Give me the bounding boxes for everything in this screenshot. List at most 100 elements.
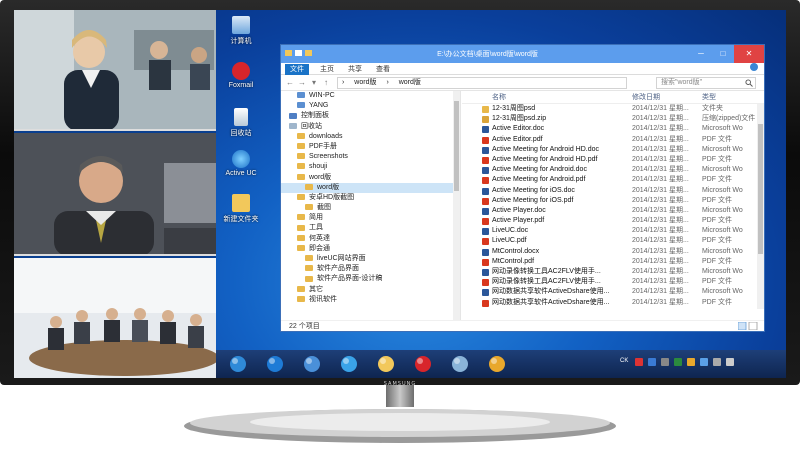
breadcrumb-segment[interactable]: word版 [399, 79, 421, 86]
nav-item[interactable]: WIN-PC [281, 91, 460, 101]
folder-icon[interactable] [372, 354, 400, 374]
file-list-scrollbar[interactable] [757, 104, 764, 309]
nav-item[interactable]: 安卓HD版截图 [281, 193, 460, 203]
minimize-button[interactable]: ─ [690, 45, 712, 63]
nav-item[interactable]: 软件产品界面-设计稿 [281, 274, 460, 284]
file-date: 2014/12/31 星期... [632, 115, 689, 123]
file-list-scroll-thumb[interactable] [758, 124, 763, 254]
nav-item[interactable]: 工具 [281, 223, 460, 233]
column-header-date[interactable]: 修改日期 [632, 91, 660, 104]
file-row[interactable]: Active Editor.pdf 2014/12/31 星期... PDF 文件 [462, 135, 764, 145]
file-row[interactable]: 网动录像转换工具AC2FLV使用手... 2014/12/31 星期... PDF … [462, 277, 764, 287]
nav-item[interactable]: downloads [281, 132, 460, 142]
file-row[interactable]: Active Editor.doc 2014/12/31 星期... Microso… [462, 124, 764, 134]
video-panel-2 [14, 133, 216, 256]
nav-item[interactable]: 控制面板 [281, 111, 460, 121]
active-uc-icon[interactable] [335, 354, 363, 374]
file-row[interactable]: 网动录像转换工具AC2FLV使用手... 2014/12/31 星期... Micr… [462, 267, 764, 277]
desktop-icon-active-uc[interactable]: Active UC [218, 150, 264, 177]
file-row[interactable]: Active Player.doc 2014/12/31 星期... Microso… [462, 206, 764, 216]
breadcrumb-segment[interactable]: word版 [354, 79, 376, 86]
ie-icon[interactable] [261, 354, 289, 374]
file-row[interactable]: 网动数据共享软件ActiveDshare使用... 2014/12/31 星期..… [462, 287, 764, 297]
file-row[interactable]: Active Meeting for Android HD.doc 2014/12… [462, 145, 764, 155]
file-date: 2014/12/31 星期... [632, 247, 689, 255]
tray-app-icon[interactable] [700, 358, 708, 366]
tray-app-icon[interactable] [661, 358, 669, 366]
desktop-icon-recycle-bin[interactable]: 回收站 [218, 108, 264, 138]
nav-item[interactable]: 何英達 [281, 234, 460, 244]
nav-item[interactable]: 软件产品界面 [281, 264, 460, 274]
file-name: Active Meeting for Android HD.doc [492, 145, 599, 153]
forward-icon[interactable]: → [297, 78, 307, 88]
nav-item[interactable]: 即会通 [281, 244, 460, 254]
file-row[interactable]: 12-31周图psd 2014/12/31 星期... 文件夹 [462, 104, 764, 114]
file-row[interactable]: 网动数据共享软件ActiveDshare使用... 2014/12/31 星期..… [462, 298, 764, 308]
desktop-icon-computer[interactable]: 计算机 [218, 16, 264, 46]
nav-item[interactable]: 简用 [281, 213, 460, 223]
remote-icon[interactable] [298, 354, 326, 374]
address-chevron-icon: › [342, 79, 345, 86]
nav-item[interactable]: liveUC网站界面 [281, 254, 460, 264]
nav-item[interactable]: 视讯软件 [281, 295, 460, 305]
nav-item[interactable]: 其它 [281, 285, 460, 295]
recycle-icon[interactable] [446, 354, 474, 374]
file-row[interactable]: Active Player.pdf 2014/12/31 星期... PDF 文件 [462, 216, 764, 226]
doc-file-icon [482, 289, 489, 297]
ime-indicator[interactable]: CK [620, 358, 628, 364]
view-toggle-icons[interactable] [738, 322, 758, 330]
search-input[interactable]: 搜索"word版" [656, 77, 756, 89]
recent-dropdown-icon[interactable]: ▾ [309, 78, 319, 88]
back-icon[interactable]: ← [285, 78, 295, 88]
help-icon[interactable] [750, 63, 758, 71]
nav-item[interactable]: shouji [281, 162, 460, 172]
tab-file[interactable]: 文件 [285, 64, 309, 75]
foxmail-icon[interactable] [409, 354, 437, 374]
file-date: 2014/12/31 星期... [632, 155, 689, 163]
nav-item[interactable]: word版 [281, 182, 460, 193]
nav-item[interactable]: 回收站 [281, 122, 460, 132]
file-name: LiveUC.pdf [492, 237, 527, 245]
tray-app-icon[interactable] [687, 358, 695, 366]
maximize-button[interactable]: □ [712, 45, 734, 63]
address-bar[interactable]: › word版 › word版 [337, 77, 627, 89]
column-header-type[interactable]: 类型 [702, 91, 716, 104]
nav-item[interactable]: Screenshots [281, 152, 460, 162]
tab-view[interactable]: 查看 [371, 64, 395, 75]
nav-scroll-thumb[interactable] [454, 101, 459, 191]
network-icon[interactable] [713, 358, 721, 366]
up-icon[interactable]: ↑ [321, 78, 331, 88]
pdf-file-icon [482, 136, 489, 144]
folder-icon [305, 204, 313, 211]
chrome-icon[interactable] [483, 354, 511, 374]
volume-icon[interactable] [726, 358, 734, 366]
close-button[interactable]: ✕ [734, 45, 764, 63]
desktop-icon-new-folder[interactable]: 新建文件夹 [218, 194, 264, 224]
file-row[interactable]: LiveUC.pdf 2014/12/31 星期... PDF 文件 [462, 236, 764, 246]
file-row[interactable]: MtControl.pdf 2014/12/31 星期... PDF 文件 [462, 257, 764, 267]
file-row[interactable]: MtControl.docx 2014/12/31 星期... Microsoft … [462, 247, 764, 257]
column-header-name[interactable]: 名称 [492, 91, 506, 104]
file-row[interactable]: LiveUC.doc 2014/12/31 星期... Microsoft Wo [462, 226, 764, 236]
nav-item[interactable]: YANG [281, 101, 460, 111]
tab-share[interactable]: 共享 [343, 64, 367, 75]
file-row[interactable]: 12-31周图psd.zip 2014/12/31 星期... 压缩(zipped)… [462, 114, 764, 124]
file-row[interactable]: Active Meeting for Android.pdf 2014/12/31… [462, 175, 764, 185]
tray-app-icon[interactable] [648, 358, 656, 366]
file-row[interactable]: Active Meeting for iOS.doc 2014/12/31 星期.… [462, 186, 764, 196]
nav-scrollbar[interactable] [453, 91, 460, 321]
search-icon[interactable] [745, 79, 753, 87]
file-row[interactable]: Active Meeting for iOS.pdf 2014/12/31 星期.… [462, 196, 764, 206]
tab-home[interactable]: 主页 [315, 64, 339, 75]
start-orb-icon[interactable] [224, 354, 252, 374]
tray-app-icon[interactable] [635, 358, 643, 366]
nav-item[interactable]: word版 [281, 173, 460, 183]
tv-photo: SAMSUNG 计算机 Foxmail 回收站 Active UC 新建文件夹 … [0, 0, 800, 450]
file-row[interactable]: Active Meeting for Android.doc 2014/12/31… [462, 165, 764, 175]
title-bar[interactable]: E:\办公文档\桌面\word版\word版 ─ □ ✕ [281, 45, 764, 63]
desktop-icon-foxmail[interactable]: Foxmail [218, 62, 264, 89]
nav-item[interactable]: PDF手册 [281, 142, 460, 152]
file-row[interactable]: Active Meeting for Android HD.pdf 2014/12… [462, 155, 764, 165]
tray-app-icon[interactable] [674, 358, 682, 366]
nav-item[interactable]: 截图 [281, 203, 460, 213]
